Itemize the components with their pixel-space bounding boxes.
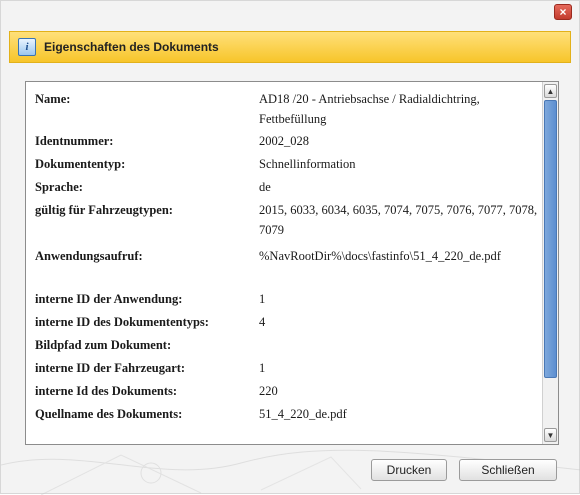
property-label: Quellname des Dokuments: <box>35 407 183 421</box>
property-value: 4 <box>259 315 266 329</box>
property-value: 2015, 6033, 6034, 6035, 7074, 7075, 7076… <box>259 203 538 237</box>
property-value: %NavRootDir%\docs\fastinfo\51_4_220_de.p… <box>259 249 501 263</box>
property-label: interne ID der Fahrzeugart: <box>35 361 186 375</box>
property-value: 2002_028 <box>259 134 309 148</box>
property-label: interne Id des Dokuments: <box>35 384 178 398</box>
property-value: de <box>259 180 271 194</box>
property-label: Identnummer: <box>35 134 114 148</box>
scrollbar-thumb[interactable] <box>544 100 557 378</box>
scroll-up-icon[interactable]: ▲ <box>544 84 557 98</box>
property-value: Schnellinformation <box>259 157 356 171</box>
print-button[interactable]: Drucken <box>371 459 447 481</box>
property-label: Name: <box>35 92 71 106</box>
properties-dialog: × i Eigenschaften des Dokuments Name: AD… <box>0 0 580 495</box>
property-value: 220 <box>259 384 278 398</box>
property-value: 1 <box>259 361 266 375</box>
property-label: Sprache: <box>35 180 83 194</box>
close-icon[interactable]: × <box>554 4 572 20</box>
property-label: gültig für Fahrzeugtypen: <box>35 203 173 217</box>
property-label: Bildpfad zum Dokument: <box>35 338 172 352</box>
property-label: interne ID des Dokumententyps: <box>35 315 209 329</box>
property-value: 1 <box>259 292 266 306</box>
dialog-title: Eigenschaften des Dokuments <box>44 40 219 54</box>
scroll-down-icon[interactable]: ▼ <box>544 428 557 442</box>
property-label: Dokumententyp: <box>35 157 126 171</box>
properties-panel[interactable]: Name: AD18 /20 - Antriebsachse / Radiald… <box>25 81 559 445</box>
property-label: interne ID der Anwendung: <box>35 292 183 306</box>
document-info-icon: i <box>18 38 36 56</box>
vertical-scrollbar[interactable]: ▲ ▼ <box>542 82 558 444</box>
property-value: AD18 /20 - Antriebsachse / Radialdichtri… <box>259 92 480 126</box>
property-value: 51_4_220_de.pdf <box>259 407 347 421</box>
property-label: Anwendungsaufruf: <box>35 249 143 263</box>
dialog-title-bar: i Eigenschaften des Dokuments <box>9 31 571 63</box>
close-button[interactable]: Schließen <box>459 459 557 481</box>
properties-list: Name: AD18 /20 - Antriebsachse / Radiald… <box>26 82 542 444</box>
